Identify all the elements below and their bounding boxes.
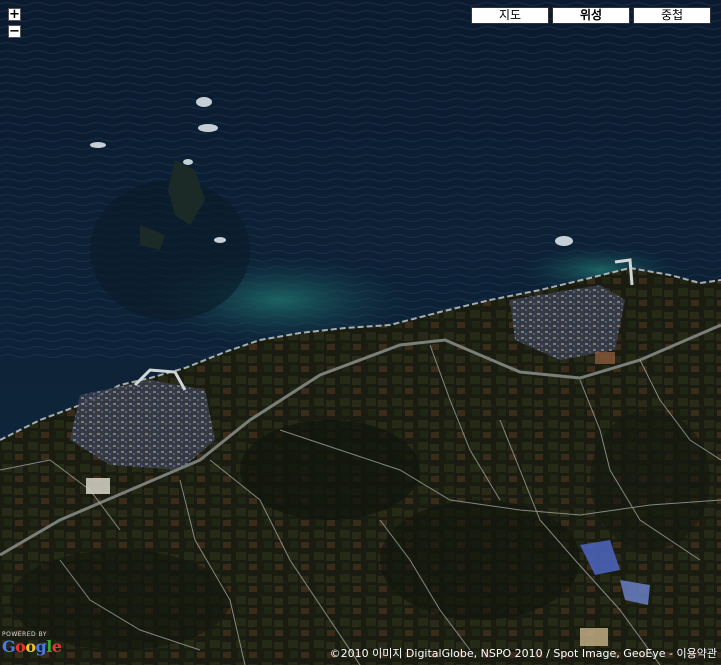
google-wordmark: Google <box>2 637 62 656</box>
map-attribution: ©2010 이미지 DigitalGlobe, NSPO 2010 / Spot… <box>330 647 717 661</box>
satellite-imagery[interactable] <box>0 0 721 665</box>
zoom-out-button[interactable]: − <box>8 25 21 38</box>
map-type-satellite-button[interactable]: 위성 <box>552 7 630 24</box>
map-type-hybrid-button[interactable]: 중첩 <box>633 7 711 24</box>
terms-of-use-link[interactable]: 이용약관 <box>677 647 717 660</box>
satellite-map[interactable]: + − 지도 위성 중첩 POWERED BY Google ©2010 이미지… <box>0 0 721 665</box>
map-type-map-button[interactable]: 지도 <box>471 7 549 24</box>
zoom-in-button[interactable]: + <box>8 8 21 21</box>
attribution-text: ©2010 이미지 DigitalGlobe, NSPO 2010 / Spot… <box>329 647 677 660</box>
google-logo[interactable]: POWERED BY Google <box>2 631 62 656</box>
